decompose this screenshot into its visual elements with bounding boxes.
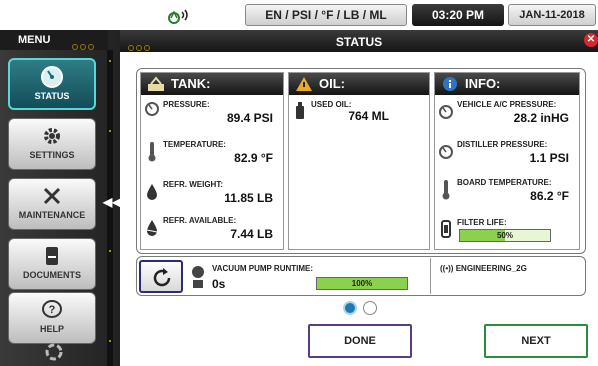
window-dots	[72, 37, 96, 55]
oil-header: OIL:	[289, 73, 429, 95]
distiller-pressure-value: 1.1 PSI	[529, 151, 569, 165]
panel-divider	[430, 258, 431, 294]
gauge-icon	[439, 145, 453, 159]
sidebar-item-label: HELP	[39, 324, 64, 334]
used-oil: USED OIL: 764 ML	[289, 97, 429, 137]
filter-life-text: 50%	[496, 231, 513, 240]
board-temperature-label: BOARD TEMPERATURE:	[457, 178, 552, 187]
page-dot-2[interactable]	[363, 301, 377, 315]
next-button[interactable]: NEXT	[484, 324, 588, 358]
oil-title: OIL:	[319, 76, 345, 91]
tank-refr-weight-label: REFR. WEIGHT:	[163, 180, 223, 189]
sidebar-item-help[interactable]: ? HELP	[8, 292, 96, 344]
wifi-icon: ((•))	[440, 264, 454, 273]
clock-date: JAN-11-2018	[508, 4, 596, 26]
done-button[interactable]: DONE	[308, 324, 412, 358]
clock-time: 03:20 PM	[412, 4, 504, 26]
drop-level-icon	[146, 220, 158, 236]
tank-pressure: PRESSURE: 89.4 PSI	[141, 97, 283, 137]
distiller-pressure: DISTILLER PRESSURE: 1.1 PSI	[435, 137, 579, 177]
window-title: STATUS	[335, 35, 383, 49]
gauge-icon	[41, 66, 63, 88]
window-header: STATUS	[120, 30, 598, 52]
recycle-icon	[45, 343, 63, 361]
sidebar-item-label: STATUS	[34, 91, 70, 101]
network-ssid: ENGINEERING_2G	[455, 264, 527, 273]
units-selector[interactable]: EN / PSI / °F / LB / ML	[245, 4, 407, 26]
sidebar-item-settings[interactable]: SETTINGS	[8, 118, 96, 170]
tools-icon	[43, 187, 61, 205]
sidebar-header: MENU	[0, 30, 108, 50]
tank-refr-available-label: REFR. AVAILABLE:	[163, 216, 237, 225]
tank-refr-available-value: 7.44 LB	[230, 227, 273, 241]
tank-title: TANK:	[171, 76, 211, 91]
thermometer-icon	[148, 142, 156, 162]
gauge-icon	[439, 105, 453, 119]
tank-pressure-label: PRESSURE:	[163, 100, 210, 109]
vehicle-ac-pressure-value: 28.2 inHG	[513, 111, 569, 125]
used-oil-value: 764 ML	[348, 109, 389, 123]
sidebar-item-label: MAINTENANCE	[18, 210, 86, 220]
refresh-icon	[153, 268, 171, 287]
used-oil-label: USED OIL:	[311, 100, 352, 109]
sidebar-menu: MENU STATUS SETTINGS MAINTENANCE DOCUMEN…	[0, 30, 121, 366]
oil-bottle-icon	[296, 102, 304, 119]
page-indicator	[339, 300, 383, 316]
vehicle-ac-pressure: VEHICLE A/C PRESSURE: 28.2 inHG	[435, 97, 579, 137]
sidebar-title: MENU	[18, 34, 51, 46]
sidebar-item-status[interactable]: STATUS	[8, 58, 96, 110]
info-column: INFO: VEHICLE A/C PRESSURE: 28.2 inHG DI…	[434, 72, 580, 250]
wireless-signal-icon	[168, 9, 188, 24]
warning-icon	[296, 77, 312, 91]
gauge-icon	[145, 102, 159, 116]
svg-text:?: ?	[49, 304, 56, 316]
collapse-sidebar-icon[interactable]: ◀◀	[103, 195, 121, 209]
tank-header: TANK:	[141, 73, 283, 95]
thermometer-icon	[442, 180, 450, 200]
pump-runtime-text: 100%	[351, 279, 373, 288]
network-status: ((•)) ENGINEERING_2G	[440, 264, 527, 273]
sidebar-item-maintenance[interactable]: MAINTENANCE	[8, 178, 96, 230]
tank-refr-available: REFR. AVAILABLE: 7.44 LB	[141, 213, 283, 253]
sidebar-item-label: SETTINGS	[29, 150, 75, 160]
filter-life-label: FILTER LIFE:	[457, 218, 507, 227]
refresh-button[interactable]	[139, 260, 183, 293]
tank-temperature-value: 82.9 °F	[234, 151, 273, 165]
tank-refr-weight-value: 11.85 LB	[224, 191, 273, 205]
info-icon	[443, 77, 457, 91]
filter-life: FILTER LIFE: 50%	[435, 215, 579, 255]
pump-runtime-label: VACUUM PUMP RUNTIME:	[212, 264, 314, 273]
tank-column: TANK: PRESSURE: 89.4 PSI TEMPERATURE: 82…	[140, 72, 284, 250]
distiller-pressure-label: DISTILLER PRESSURE:	[457, 140, 548, 149]
drop-icon	[147, 184, 157, 200]
filter-icon	[441, 220, 451, 238]
vacuum-pump-icon	[192, 266, 204, 288]
pump-runtime-value: 0s	[212, 277, 226, 291]
top-status-bar: EN / PSI / °F / LB / ML 03:20 PM JAN-11-…	[0, 0, 598, 30]
board-temperature-value: 86.2 °F	[530, 189, 569, 203]
tank-icon	[148, 76, 164, 91]
page-dot-1[interactable]	[343, 301, 357, 315]
tank-refr-weight: REFR. WEIGHT: 11.85 LB	[141, 177, 283, 217]
gear-icon	[44, 128, 60, 144]
oil-column: OIL: USED OIL: 764 ML	[288, 72, 430, 250]
sidebar-item-label: DOCUMENTS	[23, 270, 81, 280]
info-title: INFO:	[465, 76, 501, 91]
tank-temperature: TEMPERATURE: 82.9 °F	[141, 137, 283, 177]
help-icon: ?	[42, 300, 62, 318]
tank-pressure-value: 89.4 PSI	[226, 111, 273, 125]
info-header: INFO:	[435, 73, 579, 95]
document-icon	[46, 247, 58, 265]
close-button[interactable]: ✕	[584, 33, 598, 47]
filter-life-bar: 50%	[459, 229, 551, 242]
vehicle-ac-pressure-label: VEHICLE A/C PRESSURE:	[457, 100, 557, 109]
sidebar-item-documents[interactable]: DOCUMENTS	[8, 238, 96, 290]
pump-runtime-bar: 100%	[316, 277, 408, 290]
tank-temperature-label: TEMPERATURE:	[163, 140, 226, 149]
board-temperature: BOARD TEMPERATURE: 86.2 °F	[435, 175, 579, 215]
